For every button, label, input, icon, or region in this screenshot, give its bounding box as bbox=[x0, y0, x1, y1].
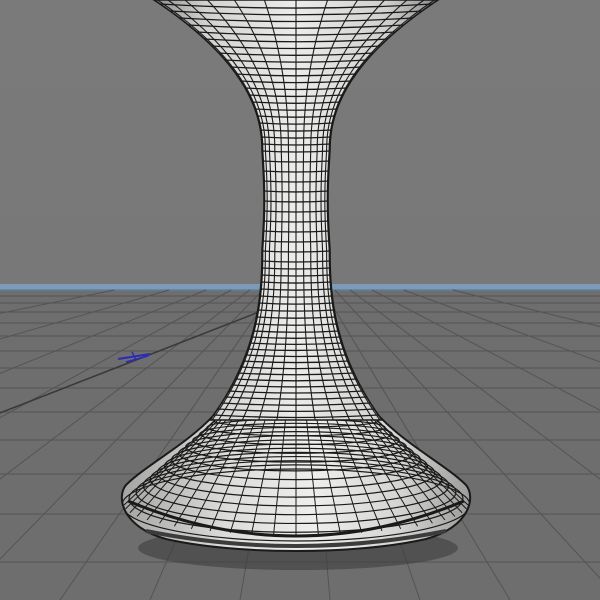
viewport-scene[interactable] bbox=[0, 0, 600, 600]
3d-viewport[interactable] bbox=[0, 0, 600, 600]
